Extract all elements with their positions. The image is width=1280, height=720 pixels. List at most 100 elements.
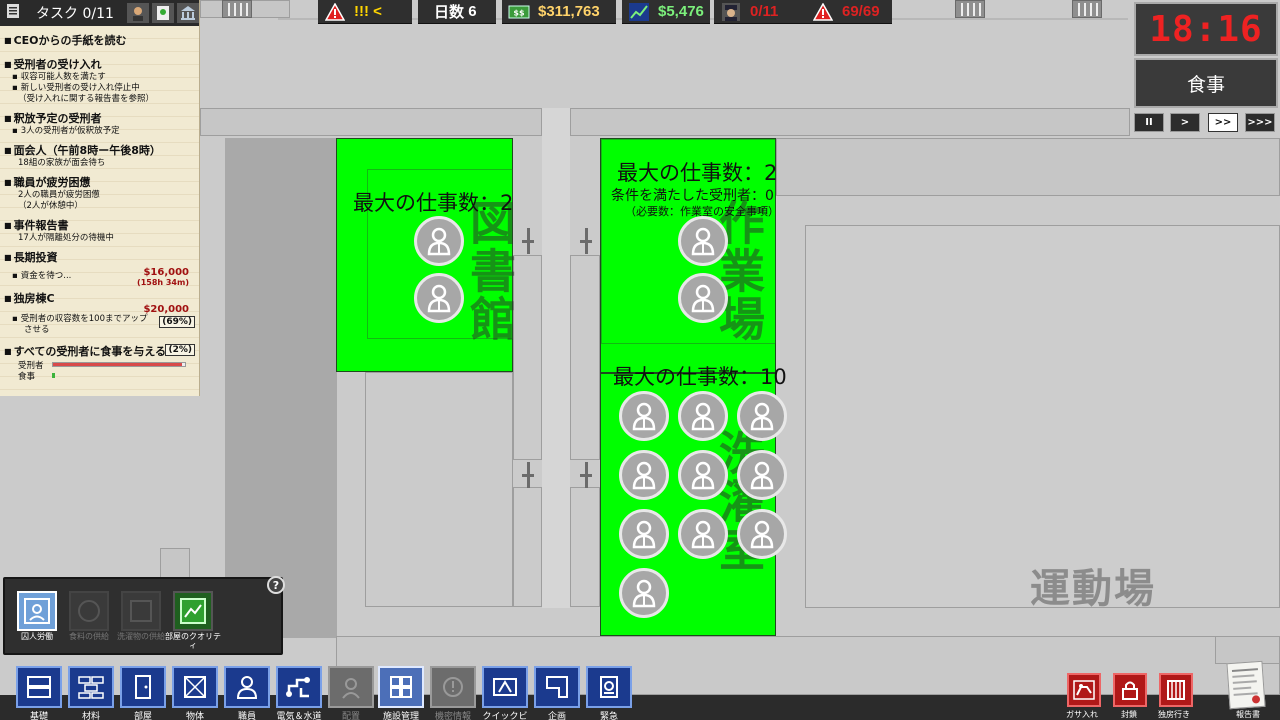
workshop-laundry-room[interactable]: 作業場 洗濯室 最大の仕事数：2 条件を満たした受刑者：0 （必要数：作業室の安… bbox=[600, 138, 787, 636]
job-slot[interactable] bbox=[678, 216, 728, 266]
worker-icon bbox=[750, 402, 774, 431]
tool-utilities[interactable]: 電気＆水道 bbox=[276, 666, 322, 720]
job-slot[interactable] bbox=[619, 509, 669, 559]
task-list: CEOからの手紙を読む 受刑者の受け入れ 収容可能人数を満たす 新しい受刑者の受… bbox=[0, 26, 199, 382]
task-title: CEOからの手紙を読む bbox=[4, 32, 199, 48]
worker-icon bbox=[632, 461, 656, 490]
door[interactable] bbox=[522, 228, 534, 254]
task-item[interactable]: 釈放予定の受刑者 3人の受刑者が仮釈放予定 bbox=[0, 110, 199, 137]
task-title: 職員が疲労困憊 bbox=[4, 174, 199, 190]
job-slot[interactable] bbox=[678, 509, 728, 559]
corridor bbox=[570, 255, 600, 460]
job-slot[interactable] bbox=[414, 216, 464, 266]
job-slot[interactable] bbox=[678, 273, 728, 323]
tool-rooms[interactable]: 部屋 bbox=[120, 666, 166, 720]
job-slot[interactable] bbox=[619, 391, 669, 441]
tool-facility-management[interactable]: 施設管理 bbox=[378, 666, 424, 720]
crate-icon bbox=[184, 676, 206, 698]
lockdown-label: 封鎖 bbox=[1121, 710, 1137, 719]
library-label: 図書館 bbox=[463, 199, 517, 343]
alerts-indicator[interactable]: !!! < bbox=[318, 0, 412, 24]
schedule-phase[interactable]: 食事 bbox=[1134, 58, 1278, 108]
lockdown-button[interactable] bbox=[1113, 673, 1147, 707]
small-block bbox=[1215, 636, 1280, 664]
yard-area bbox=[805, 225, 1280, 608]
door[interactable] bbox=[522, 462, 534, 488]
deploy-icon bbox=[342, 678, 360, 699]
guard-display[interactable]: 0/11 bbox=[714, 0, 806, 24]
cash-display[interactable]: $$ $311,763 bbox=[502, 0, 616, 24]
tool-deployment[interactable]: 配置 bbox=[328, 666, 374, 720]
job-slot[interactable] bbox=[678, 391, 728, 441]
facility-subpanel: ? 囚人労働 食料の供給 洗濯物の供給 部屋のクオリティ bbox=[3, 576, 285, 655]
prisoner-bar-row: 受刑者 bbox=[18, 359, 199, 371]
reports-label: 報告書 bbox=[1236, 710, 1260, 719]
building-block bbox=[365, 372, 513, 607]
worker-icon bbox=[691, 227, 715, 256]
tool-intel[interactable]: 機密情報 bbox=[430, 666, 476, 720]
task-item[interactable]: 事件報告書 17人が隔離処分の待機中 bbox=[0, 217, 199, 244]
reports-button[interactable] bbox=[1226, 660, 1266, 710]
tool-quickbuild[interactable]: クイックビ bbox=[482, 666, 528, 720]
job-slot[interactable] bbox=[737, 391, 787, 441]
investment-cost: $16,000 bbox=[143, 267, 189, 278]
task-title: 受刑者の受け入れ bbox=[4, 56, 199, 72]
tool-foundations[interactable]: 基礎 bbox=[16, 666, 62, 720]
speed-fast-button[interactable]: >> bbox=[1208, 113, 1238, 132]
corridor-wall bbox=[570, 108, 1130, 136]
food-icon bbox=[78, 600, 100, 622]
help-button[interactable]: ? bbox=[267, 576, 285, 594]
danger-display[interactable]: 69/69 bbox=[806, 0, 892, 24]
search-button[interactable] bbox=[1067, 673, 1101, 707]
job-slot[interactable] bbox=[414, 273, 464, 323]
tool-emergency[interactable]: 緊急 bbox=[586, 666, 632, 720]
bank-icon[interactable] bbox=[177, 3, 199, 23]
task-item[interactable]: 面会人（午前8時ー午後8時） 18組の家族が面会待ち bbox=[0, 142, 199, 169]
gate[interactable] bbox=[1072, 0, 1102, 18]
laundry-icon bbox=[130, 600, 152, 622]
room-quality-button[interactable] bbox=[173, 591, 213, 631]
day-counter: 日数 6 bbox=[418, 0, 496, 24]
task-item[interactable]: CEOからの手紙を読む bbox=[0, 32, 199, 48]
task-list-icon bbox=[6, 3, 20, 23]
job-slot[interactable] bbox=[619, 568, 669, 618]
job-slot[interactable] bbox=[737, 450, 787, 500]
speed-normal-button[interactable]: > bbox=[1170, 113, 1200, 132]
job-slot[interactable] bbox=[737, 509, 787, 559]
report-card-icon[interactable] bbox=[152, 3, 174, 23]
food-supply-button[interactable] bbox=[69, 591, 109, 631]
task-item[interactable]: 独房棟C $20,000 (69%) 受刑者の収容数を100までアップ させる bbox=[0, 290, 199, 336]
library-room[interactable]: 図書館 最大の仕事数：2 bbox=[336, 138, 517, 372]
gate[interactable] bbox=[222, 0, 252, 18]
ceo-icon[interactable] bbox=[127, 3, 149, 23]
job-slot[interactable] bbox=[678, 450, 728, 500]
investment-time: (158h 34m) bbox=[137, 278, 189, 287]
task-panel[interactable]: タスク 0/11 CEOからの手紙を読む 受刑者の受け入れ 収容可能人数を満たす… bbox=[0, 0, 200, 396]
small-block bbox=[160, 548, 190, 578]
food-bar-fill bbox=[52, 373, 55, 378]
speed-fastest-button[interactable]: >>> bbox=[1245, 113, 1275, 132]
task-item[interactable]: 長期投資 $16,000 (158h 34m) 資金を待つ... bbox=[0, 249, 199, 287]
tool-materials[interactable]: 材料 bbox=[68, 666, 114, 720]
worker-icon bbox=[750, 520, 774, 549]
door[interactable] bbox=[580, 462, 592, 488]
walkway bbox=[542, 108, 570, 608]
task-item[interactable]: 職員が疲労困憊 2人の職員が疲労困憊 （2人が休憩中） bbox=[0, 174, 199, 212]
danger-triangle-icon bbox=[812, 2, 834, 21]
prison-labour-button[interactable] bbox=[17, 591, 57, 631]
task-header[interactable]: タスク 0/11 bbox=[0, 0, 199, 26]
tool-planning[interactable]: 企画 bbox=[534, 666, 580, 720]
tool-staff[interactable]: 職員 bbox=[224, 666, 270, 720]
job-slot[interactable] bbox=[619, 450, 669, 500]
worker-icon bbox=[427, 227, 451, 256]
pause-button[interactable]: II bbox=[1134, 113, 1164, 132]
door[interactable] bbox=[580, 228, 592, 254]
laundry-supply-button[interactable] bbox=[121, 591, 161, 631]
income-display[interactable]: $5,476 bbox=[622, 0, 710, 24]
solitary-button[interactable] bbox=[1159, 673, 1193, 707]
task-item[interactable]: すべての受刑者に食事を与える (2%) 受刑者 食事 bbox=[0, 343, 199, 382]
tool-objects[interactable]: 物体 bbox=[172, 666, 218, 720]
gate[interactable] bbox=[955, 0, 985, 18]
search-label: ガサ入れ bbox=[1066, 710, 1098, 719]
task-item[interactable]: 受刑者の受け入れ 収容可能人数を満たす 新しい受刑者の受け入れ停止中 （受け入れ… bbox=[0, 56, 199, 105]
